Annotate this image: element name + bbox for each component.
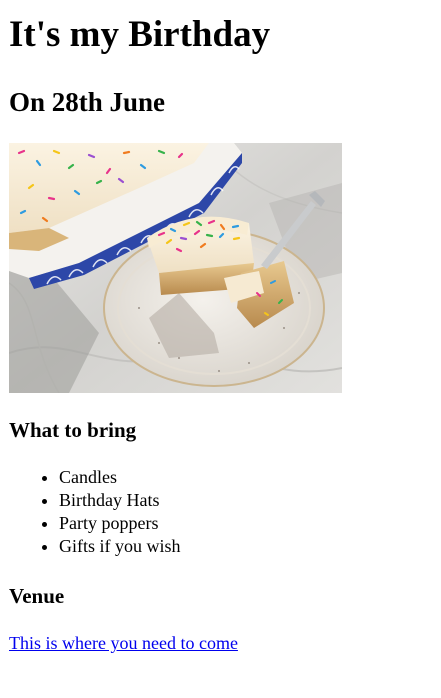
list-item: Candles	[59, 466, 181, 489]
event-date-heading: On 28th June	[9, 87, 166, 117]
venue-link[interactable]: This is where you need to come	[9, 632, 238, 655]
what-to-bring-heading: What to bring	[9, 418, 137, 442]
page-title: It's my Birthday	[9, 14, 271, 55]
birthday-cake-image	[9, 143, 342, 393]
bring-list: Candles Birthday Hats Party poppers Gift…	[9, 466, 181, 558]
venue-heading: Venue	[9, 584, 65, 608]
list-item: Party poppers	[59, 512, 181, 535]
list-item: Birthday Hats	[59, 489, 181, 512]
list-item: Gifts if you wish	[59, 535, 181, 558]
